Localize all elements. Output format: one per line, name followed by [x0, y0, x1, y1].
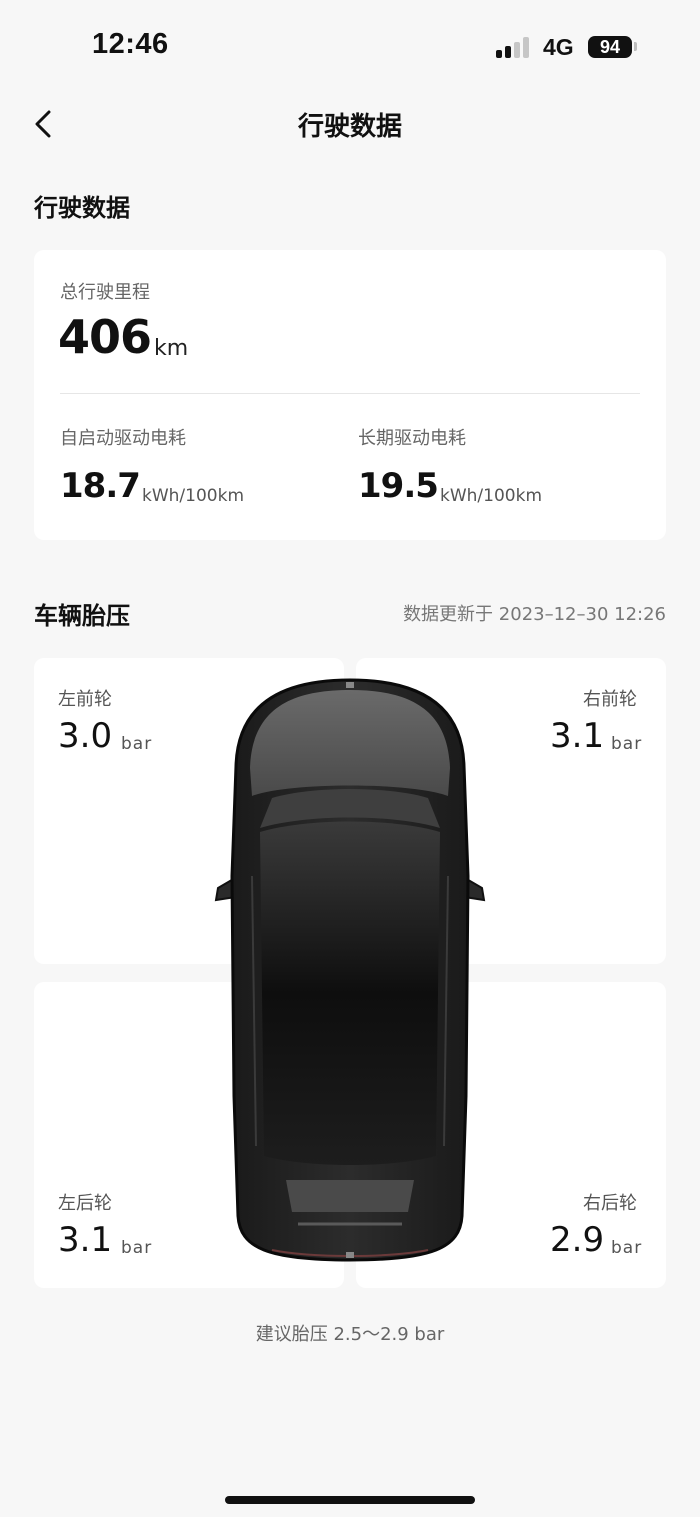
network-type: 4G	[543, 34, 574, 60]
battery-icon: 94	[588, 36, 632, 58]
mileage-card: 总行驶里程 406 km 自启动驱动电耗 18.7 kWh/100km 长期驱动…	[34, 250, 666, 540]
page-title: 行驶数据	[297, 112, 402, 142]
long-term-consumption-label: 长期驱动电耗	[358, 428, 466, 449]
rear-right-value: 2.9	[550, 1220, 605, 1260]
rear-right-label: 右后轮	[583, 1193, 637, 1214]
tire-update-time: 数据更新于 2023–12–30 12:26	[403, 604, 666, 625]
rear-left-label: 左后轮	[58, 1193, 112, 1214]
front-left-unit: bar	[121, 734, 153, 754]
divider	[60, 393, 640, 394]
long-term-consumption-value: 19.5	[358, 466, 439, 506]
front-right-label: 右前轮	[583, 689, 637, 710]
front-right-unit: bar	[611, 734, 643, 754]
front-right-value: 3.1	[550, 716, 605, 756]
battery-tip	[634, 42, 637, 51]
driving-section-title: 行驶数据	[34, 194, 130, 222]
rear-left-unit: bar	[121, 1238, 153, 1258]
front-left-label: 左前轮	[58, 689, 112, 710]
since-start-consumption-label: 自启动驱动电耗	[60, 428, 186, 449]
total-mileage-label: 总行驶里程	[60, 282, 150, 303]
driving-data-screen: 12:46 4G 94 行驶数据 行驶数据 总行驶里程 406 km 自启动驱动…	[0, 0, 700, 1517]
tire-section-title: 车辆胎压	[34, 602, 130, 630]
rear-left-value: 3.1	[58, 1220, 113, 1260]
since-start-consumption-unit: kWh/100km	[142, 486, 245, 506]
front-left-value: 3.0	[58, 716, 113, 756]
total-mileage-unit: km	[154, 336, 189, 361]
cellular-signal-icon	[496, 36, 534, 58]
home-indicator[interactable]	[225, 1496, 475, 1504]
since-start-consumption-value: 18.7	[60, 466, 141, 506]
status-time: 12:46	[92, 28, 169, 60]
long-term-consumption-unit: kWh/100km	[440, 486, 543, 506]
car-top-view-image	[214, 678, 486, 1262]
recommended-pressure: 建议胎压 2.5～2.9 bar	[255, 1324, 445, 1345]
rear-right-unit: bar	[611, 1238, 643, 1258]
total-mileage-value: 406	[58, 310, 152, 364]
